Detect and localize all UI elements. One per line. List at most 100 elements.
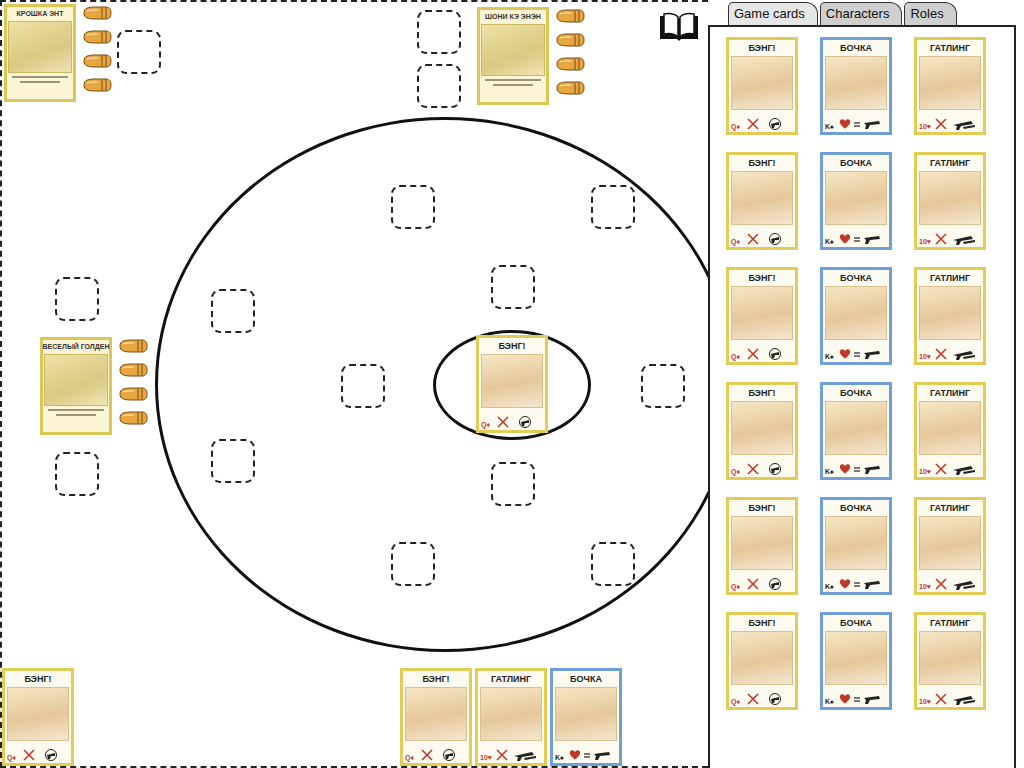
player-slot[interactable]	[55, 277, 99, 321]
card-art	[731, 631, 793, 685]
tab-bar: Game cardsCharactersRoles	[708, 0, 1024, 25]
card-footer: 10♥	[919, 462, 981, 476]
card-rank: Q♦	[731, 467, 740, 476]
card-slot[interactable]	[391, 542, 435, 586]
card-art	[919, 516, 981, 570]
card-footer: Q♦	[7, 748, 69, 762]
player-slot[interactable]	[55, 452, 99, 496]
card-title: БЭНГ!	[498, 340, 525, 352]
character-card[interactable]: КРОШКА ЭНТ	[4, 4, 76, 102]
bang-icon	[745, 577, 789, 591]
card-slot[interactable]	[641, 364, 685, 408]
card-rank: K♠	[825, 697, 834, 706]
tab[interactable]: Characters	[820, 2, 903, 25]
bullet-icon	[118, 387, 148, 401]
card-rank: 10♥	[919, 467, 931, 476]
card-slot[interactable]	[491, 462, 535, 506]
game-card[interactable]: ГАТЛИНГ 10♥	[914, 37, 986, 135]
character-card[interactable]: ШОНИ КЭ ЭНЭН	[477, 7, 549, 105]
game-card[interactable]: ГАТЛИНГ10♥	[914, 382, 986, 480]
character-card[interactable]: ВЕСЕЛЫЙ ГОЛДЕН	[40, 337, 112, 435]
game-card[interactable]: БОЧКАK♠	[550, 668, 622, 766]
game-card[interactable]: БЭНГ!Q♦	[726, 612, 798, 710]
barrel-icon	[839, 462, 883, 476]
game-card[interactable]: БЭНГ!Q♦	[2, 668, 74, 766]
tab[interactable]: Roles	[904, 2, 956, 25]
game-card[interactable]: БОЧКА K♠	[820, 37, 892, 135]
card-footer: Q♦	[731, 347, 793, 361]
card-slot[interactable]	[491, 265, 535, 309]
player-slot[interactable]	[417, 64, 461, 108]
card-title: БОЧКА	[840, 272, 872, 284]
card-rank: 10♥	[480, 753, 492, 762]
card-list: БЭНГ! Q♦ БОЧКА K♠ ГАТЛИНГ 10♥ БЭНГ! Q♦ БОЧКА K♠ ГА…	[708, 25, 1016, 768]
bullet-icon	[555, 81, 585, 95]
card-footer: Q♦	[731, 232, 793, 246]
card-title: ГАТЛИНГ	[930, 42, 970, 54]
barrel-icon	[839, 692, 883, 706]
player-slot[interactable]	[417, 10, 461, 54]
game-card[interactable]: БЭНГ!Q♦	[726, 267, 798, 365]
discard-pile[interactable]: БЭНГ!Q♦	[476, 335, 548, 433]
rules-book-icon[interactable]	[657, 12, 701, 42]
game-card[interactable]: БЭНГ!Q♦	[726, 497, 798, 595]
player-slot[interactable]	[117, 30, 161, 74]
card-slot[interactable]	[591, 542, 635, 586]
game-card[interactable]: ГАТЛИНГ10♥	[475, 668, 547, 766]
game-card[interactable]: БОЧКАK♠	[820, 152, 892, 250]
card-art	[481, 354, 543, 408]
game-card[interactable]: ГАТЛИНГ10♥	[914, 152, 986, 250]
card-art	[825, 516, 887, 570]
bullet-icon	[555, 9, 585, 23]
card-art	[919, 401, 981, 455]
card-footer: Q♦	[731, 462, 793, 476]
game-card[interactable]: ГАТЛИНГ10♥	[914, 267, 986, 365]
game-card[interactable]: БЭНГ!Q♦	[726, 382, 798, 480]
card-footer: Q♦	[731, 117, 793, 131]
card-art	[825, 401, 887, 455]
card-title: БОЧКА	[840, 42, 872, 54]
card-title: БОЧКА	[570, 673, 602, 685]
game-card[interactable]: БЭНГ! Q♦	[726, 37, 798, 135]
barrel-icon	[569, 748, 613, 762]
card-slot[interactable]	[341, 364, 385, 408]
card-rank: 10♥	[919, 582, 931, 591]
game-card[interactable]: БОЧКАK♠	[820, 267, 892, 365]
card-art	[731, 516, 793, 570]
card-title: БЭНГ!	[748, 157, 775, 169]
card-title: ГАТЛИНГ	[930, 272, 970, 284]
character-art	[44, 354, 108, 406]
card-footer: K♠	[825, 117, 887, 131]
game-card[interactable]: БЭНГ!Q♦	[400, 668, 472, 766]
card-slot[interactable]	[211, 439, 255, 483]
ability-line	[493, 84, 533, 86]
card-title: БЭНГ!	[748, 42, 775, 54]
bang-icon	[21, 748, 65, 762]
card-title: БЭНГ!	[422, 673, 449, 685]
game-card[interactable]: БОЧКАK♠	[820, 497, 892, 595]
card-title: БОЧКА	[840, 617, 872, 629]
ability-line	[20, 81, 60, 83]
card-footer: 10♥	[919, 117, 981, 131]
ability-line	[48, 409, 104, 411]
card-rank: K♠	[825, 582, 834, 591]
game-card[interactable]: ГАТЛИНГ10♥	[914, 612, 986, 710]
game-card[interactable]: БОЧКАK♠	[820, 382, 892, 480]
card-slot[interactable]	[391, 185, 435, 229]
game-card[interactable]: БЭНГ!Q♦	[476, 335, 548, 433]
card-slot[interactable]	[591, 185, 635, 229]
card-rank: 10♥	[919, 237, 931, 246]
card-footer: K♠	[825, 232, 887, 246]
bang-icon	[745, 462, 789, 476]
game-card[interactable]: БОЧКА K♠	[820, 612, 892, 710]
tab[interactable]: Game cards	[728, 2, 818, 25]
ability-line	[12, 76, 68, 78]
game-card[interactable]: ГАТЛИНГ 10♥	[914, 497, 986, 595]
card-art	[7, 687, 69, 741]
card-footer: Q♦	[731, 577, 793, 591]
card-rank: K♠	[825, 237, 834, 246]
game-card[interactable]: БЭНГ! Q♦	[726, 152, 798, 250]
bullet-icon	[118, 363, 148, 377]
card-title: ГАТЛИНГ	[930, 502, 970, 514]
card-slot[interactable]	[211, 289, 255, 333]
